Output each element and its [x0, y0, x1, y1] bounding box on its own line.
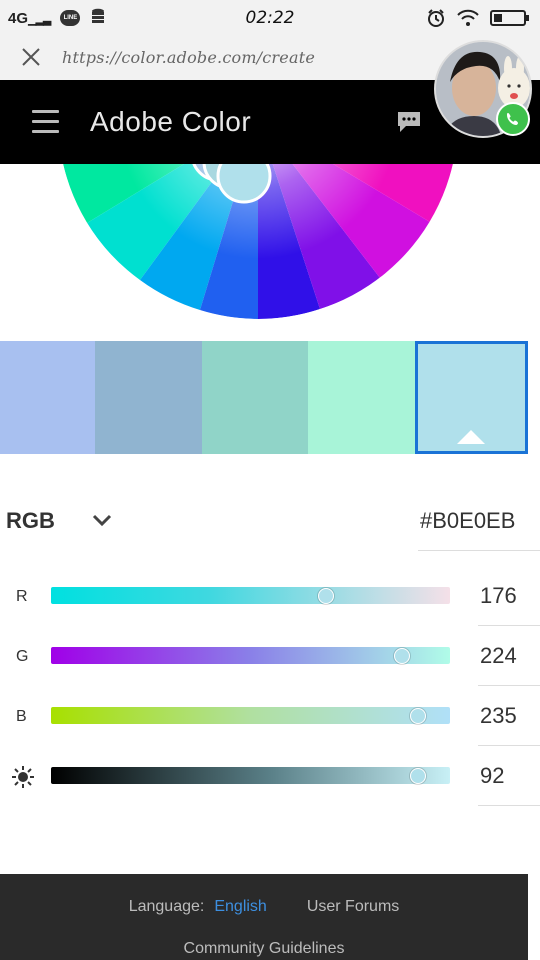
green-slider-thumb[interactable] [394, 648, 411, 664]
brightness-icon [11, 765, 35, 794]
user-forums-link[interactable]: User Forums [307, 898, 399, 916]
slider-label-b: B [16, 708, 27, 725]
red-slider[interactable] [51, 587, 450, 604]
blue-slider[interactable] [51, 707, 450, 724]
swatch-2[interactable] [95, 341, 202, 454]
swatch-3[interactable] [202, 341, 308, 454]
blue-value-underline [478, 745, 540, 746]
swatch-4[interactable] [308, 341, 415, 454]
slider-label-g: G [16, 648, 29, 665]
battery-icon [490, 9, 530, 32]
red-value[interactable]: 176 [480, 583, 517, 609]
hex-input-underline [418, 550, 540, 551]
language-label: Language: [128, 898, 205, 915]
brightness-value[interactable]: 92 [480, 763, 504, 789]
chat-icon[interactable] [396, 110, 422, 139]
brightness-value-underline [478, 805, 540, 806]
color-wheel[interactable] [0, 164, 540, 324]
language-link[interactable]: English [214, 898, 266, 916]
call-button[interactable] [496, 102, 530, 136]
url-text[interactable]: https://color.adobe.com/create [62, 48, 315, 67]
green-value[interactable]: 224 [480, 643, 517, 669]
brightness-slider-thumb[interactable] [410, 768, 427, 784]
menu-icon[interactable] [32, 110, 59, 134]
green-value-underline [478, 685, 540, 686]
color-mode-select[interactable]: RGB [6, 508, 55, 534]
status-bar: 4G▁▂▃ LINE 02:22 [0, 0, 540, 36]
slider-label-r: R [16, 588, 28, 605]
swatch-1[interactable] [0, 341, 95, 454]
footer: Language: English User Forums Community … [0, 874, 528, 960]
red-value-underline [478, 625, 540, 626]
selected-swatch-indicator [457, 430, 485, 444]
hex-input[interactable]: #B0E0EB [420, 508, 515, 534]
chevron-down-icon[interactable] [92, 513, 112, 532]
close-icon[interactable] [20, 46, 42, 68]
brightness-slider[interactable] [51, 767, 450, 784]
community-guidelines-link[interactable]: Community Guidelines [0, 940, 528, 958]
blue-value[interactable]: 235 [480, 703, 517, 729]
wifi-icon [456, 9, 480, 32]
green-slider[interactable] [51, 647, 450, 664]
alarm-icon [426, 8, 446, 33]
blue-slider-thumb[interactable] [410, 708, 427, 724]
app-title: Adobe Color [90, 106, 252, 137]
